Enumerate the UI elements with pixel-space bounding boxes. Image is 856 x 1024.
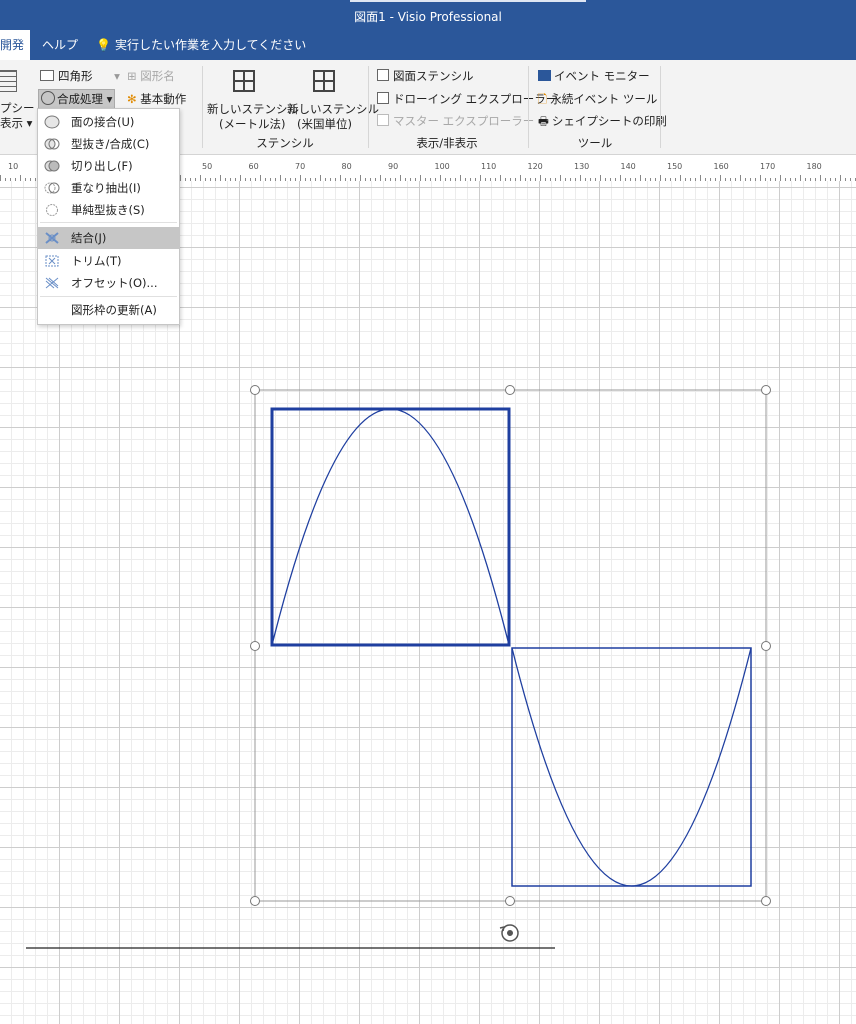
new-stencil-us-icon <box>313 70 335 92</box>
ruler-label: 140 <box>621 162 636 171</box>
persistent-events-icon: 🗋 <box>538 92 548 106</box>
trim-icon <box>45 255 59 267</box>
behavior-button[interactable]: ✻ 基本動作 <box>127 91 186 107</box>
ruler-label: 60 <box>249 162 259 171</box>
menu-item-union[interactable]: 面の接合(U) <box>38 111 179 133</box>
drawing-explorer-checkbox[interactable]: ドローイング エクスプローラー <box>377 91 557 107</box>
checkbox-icon <box>377 92 389 104</box>
rectangle-icon <box>40 70 54 81</box>
print-shapesheet-button[interactable]: 🖶 シェイプシートの印刷 <box>538 113 667 133</box>
menu-item-trim[interactable]: トリム(T) <box>38 250 179 272</box>
persistent-events-button[interactable]: 🗋 永続イベント ツール <box>538 91 657 111</box>
ruler-label: 130 <box>574 162 589 171</box>
menu-item-offset[interactable]: オフセット(O)... <box>38 272 179 294</box>
print-icon: 🖶 <box>538 114 549 128</box>
master-explorer-checkbox: マスター エクスプローラー <box>377 113 534 129</box>
shapesheet-icon <box>0 70 17 92</box>
menu-divider <box>40 222 177 223</box>
ruler-label: 50 <box>202 162 212 171</box>
operations-menu: 面の接合(U) 型抜き/合成(C) 切り出し(F) 重なり抽出(I) 単純型抜き… <box>37 108 180 325</box>
menu-item-update-bounds[interactable]: 図形枠の更新(A) <box>38 299 179 321</box>
tell-me-box[interactable]: 💡 実行したい作業を入力してください <box>96 30 306 60</box>
lightbulb-icon: 💡 <box>96 38 111 52</box>
shape-name-icon: ⊞ <box>127 69 137 83</box>
group-label-tools: ツール <box>577 136 613 150</box>
ribbon-tab-bar: 開発 ヘルプ 💡 実行したい作業を入力してください <box>0 30 856 60</box>
ribbon-separator <box>202 66 203 148</box>
menu-item-subtract[interactable]: 単純型抜き(S) <box>38 199 179 221</box>
dropdown-arrow-icon: ▾ <box>114 69 120 83</box>
ribbon-separator <box>660 66 661 148</box>
ruler-label: 70 <box>295 162 305 171</box>
checkbox-icon <box>377 69 389 81</box>
ruler-label: 160 <box>714 162 729 171</box>
menu-divider <box>40 296 177 297</box>
new-stencil-us-button-sub[interactable]: (米国単位) <box>297 116 352 132</box>
operations-dropdown-button[interactable]: 合成処理 ▾ <box>38 89 116 109</box>
ruler-label: 110 <box>481 162 496 171</box>
subtract-icon <box>46 204 58 216</box>
tab-help[interactable]: ヘルプ <box>42 30 78 60</box>
operations-icon <box>41 91 55 105</box>
ruler-label: 90 <box>388 162 398 171</box>
offset-icon <box>45 277 59 289</box>
intersect-icon <box>44 182 60 194</box>
title-bar-notch <box>350 0 586 2</box>
union-icon <box>44 115 60 129</box>
ribbon-separator <box>528 66 529 148</box>
group-label-stencil: ステンシル <box>256 136 314 150</box>
ruler-label: 100 <box>435 162 450 171</box>
ruler-label: 80 <box>342 162 352 171</box>
drawing-stencil-checkbox[interactable]: 図面ステンシル <box>377 68 474 84</box>
behavior-icon: ✻ <box>127 92 137 106</box>
ruler-label: 150 <box>667 162 682 171</box>
window-title: 図面1 - Visio Professional <box>354 10 502 24</box>
new-stencil-us-button[interactable]: 新しいステンシル <box>287 101 379 117</box>
ruler-label: 120 <box>528 162 543 171</box>
menu-item-fragment[interactable]: 切り出し(F) <box>38 155 179 177</box>
combine-icon <box>44 138 60 150</box>
rectangle-button[interactable]: 四角形 ▾ <box>40 68 120 84</box>
tab-developer[interactable]: 開発 <box>0 30 30 60</box>
new-stencil-metric-icon <box>233 70 255 92</box>
fragment-icon <box>44 160 60 172</box>
ruler-label: 170 <box>760 162 775 171</box>
checkbox-icon <box>377 114 389 126</box>
ruler-label: 10 <box>8 162 18 171</box>
join-icon <box>45 232 59 244</box>
show-shapesheet-dropdown[interactable]: 表示 ▾ <box>0 115 32 131</box>
title-bar: 図面1 - Visio Professional <box>0 0 856 30</box>
menu-item-join[interactable]: 結合(J) <box>38 227 179 249</box>
menu-item-intersect[interactable]: 重なり抽出(I) <box>38 177 179 199</box>
new-stencil-metric-button-sub[interactable]: (メートル法) <box>219 116 285 132</box>
menu-item-combine[interactable]: 型抜き/合成(C) <box>38 133 179 155</box>
group-label-showhide: 表示/非表示 <box>416 136 478 150</box>
new-stencil-metric-button[interactable]: 新しいステンシル <box>207 101 299 117</box>
event-monitor-button[interactable]: イベント モニター <box>538 68 650 84</box>
shape-name-button: ⊞ 図形名 <box>127 69 175 83</box>
ribbon-separator <box>368 66 369 148</box>
ruler-label: 180 <box>807 162 822 171</box>
tell-me-placeholder: 実行したい作業を入力してください <box>114 38 307 52</box>
event-monitor-icon <box>538 70 551 81</box>
